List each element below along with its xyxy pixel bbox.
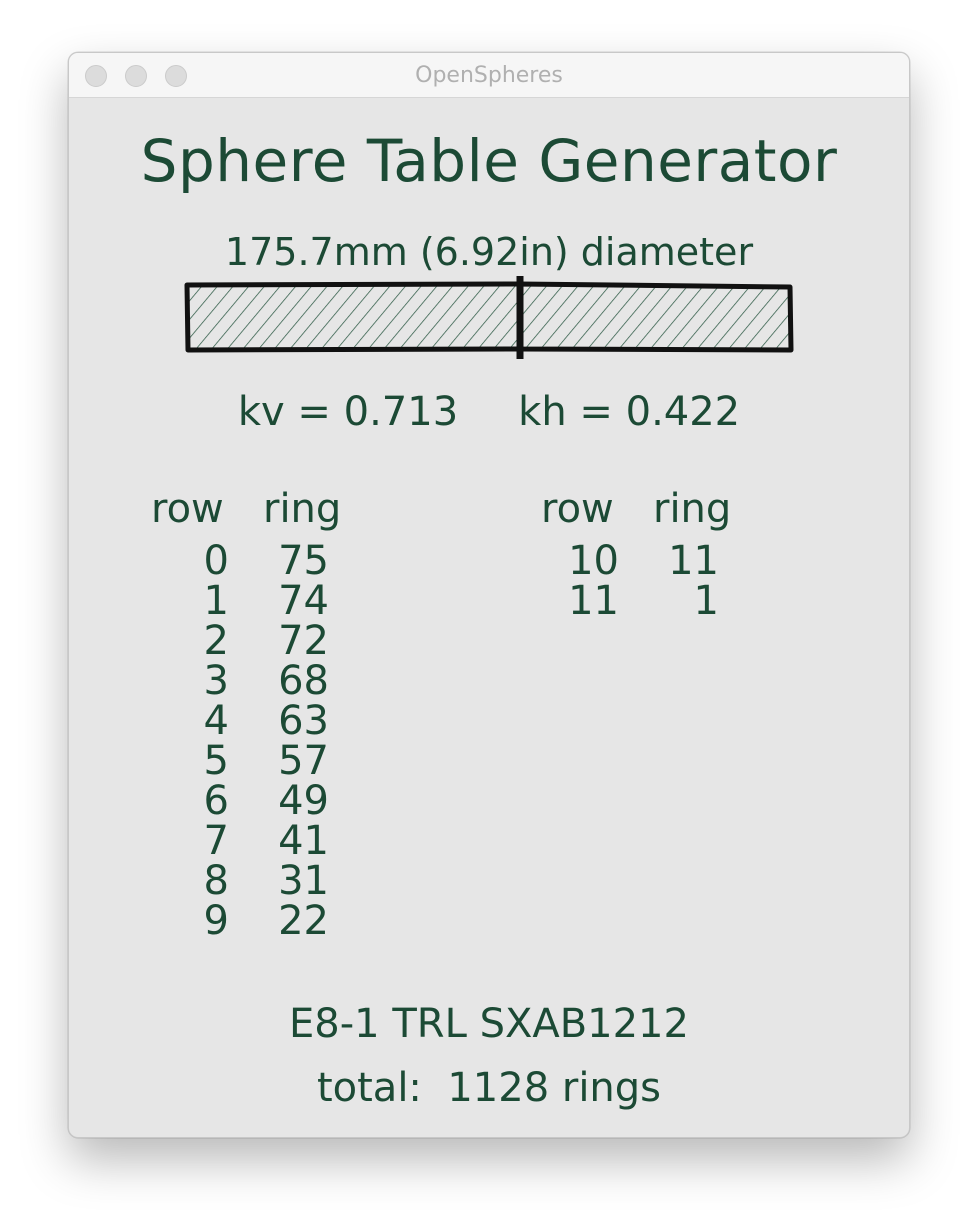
ring-left-half <box>184 281 522 353</box>
row-number: 4 <box>203 698 229 744</box>
ring-table-left: row ring 0 75 1 74 2 72 3 68 4 63 5 57 6 49 7 41… <box>151 489 411 941</box>
table-row: 11 1 <box>541 581 801 621</box>
row-number: 5 <box>203 738 229 784</box>
table-row: 8 31 <box>151 861 411 901</box>
table-row: 4 63 <box>151 701 411 741</box>
table-row: 3 68 <box>151 661 411 701</box>
table-row: 9 22 <box>151 901 411 941</box>
table-header: row ring <box>541 489 801 537</box>
table-row: 10 11 <box>541 541 801 581</box>
row-header: row <box>151 486 224 532</box>
total-label: total: <box>316 1065 422 1111</box>
ring-count: 11 <box>668 538 719 584</box>
kv-value: kv = 0.713 <box>237 389 459 435</box>
ring-table-right: row ring 10 11 11 1 <box>541 489 801 621</box>
ring-count: 22 <box>278 898 329 944</box>
k-values: kv = 0.713 kh = 0.422 <box>69 389 909 435</box>
ring-count: 75 <box>278 538 329 584</box>
ring-count: 31 <box>278 858 329 904</box>
total-value: 1128 rings <box>447 1065 662 1111</box>
row-number: 1 <box>203 578 229 624</box>
ring-count: 49 <box>278 778 329 824</box>
pattern-code: E8-1 TRL SXAB1212 <box>289 1001 689 1047</box>
row-number: 7 <box>203 818 229 864</box>
ring-count: 72 <box>278 618 329 664</box>
ring-count: 74 <box>278 578 329 624</box>
row-number: 6 <box>203 778 229 824</box>
ring-header: ring <box>653 486 732 532</box>
table-row: 7 41 <box>151 821 411 861</box>
diameter-label: 175.7mm (6.92in) diameter <box>224 230 754 274</box>
ring-count: 63 <box>278 698 329 744</box>
table-row: 5 57 <box>151 741 411 781</box>
ring-count: 68 <box>278 658 329 704</box>
table-row: 2 72 <box>151 621 411 661</box>
app-window: OpenSpheres Sphere Table Generator 175.7… <box>68 52 910 1138</box>
row-number: 0 <box>203 538 229 584</box>
ring-header: ring <box>263 486 342 532</box>
ring-cross-section-diagram <box>184 276 794 359</box>
table-row: 1 74 <box>151 581 411 621</box>
row-number: 3 <box>203 658 229 704</box>
row-number: 11 <box>568 578 619 624</box>
table-header: row ring <box>151 489 411 537</box>
total-summary: total: 1128 rings <box>69 1065 909 1111</box>
title-bar[interactable]: OpenSpheres <box>69 53 909 98</box>
kh-value: kh = 0.422 <box>518 389 741 435</box>
row-number: 2 <box>203 618 229 664</box>
row-number: 8 <box>203 858 229 904</box>
page-title: Sphere Table Generator <box>140 127 838 195</box>
main-content: Sphere Table Generator 175.7mm (6.92in) … <box>69 97 909 1137</box>
row-number: 10 <box>568 538 619 584</box>
ring-count: 1 <box>693 578 719 624</box>
table-row: 0 75 <box>151 541 411 581</box>
row-number: 9 <box>203 898 229 944</box>
row-header: row <box>541 486 614 532</box>
ring-count: 41 <box>278 818 329 864</box>
table-row: 6 49 <box>151 781 411 821</box>
ring-count: 57 <box>278 738 329 784</box>
ring-right-half <box>516 281 794 353</box>
window-title: OpenSpheres <box>415 63 563 88</box>
